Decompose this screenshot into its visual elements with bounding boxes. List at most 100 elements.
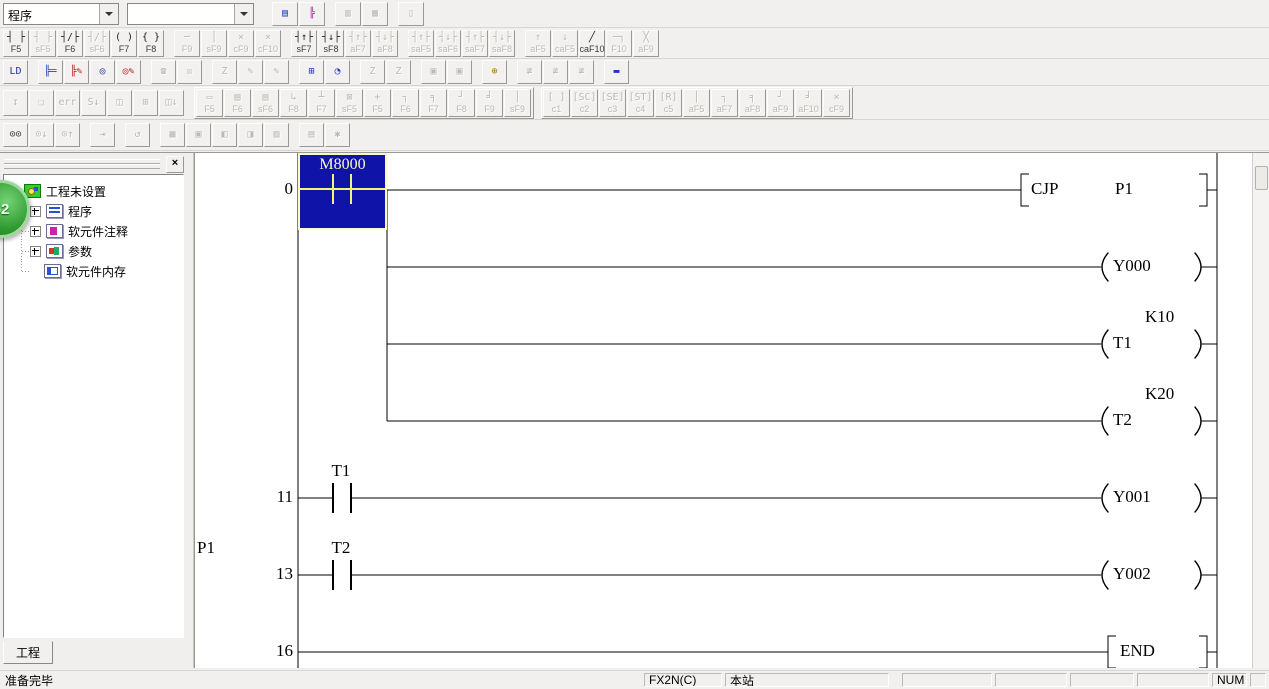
closed-contact-button[interactable]: ┤/├ F6 [57,29,83,57]
sfc-jump-button[interactable]: ↳ F8 [280,88,307,117]
find-replace-button[interactable]: ◎✎ [116,60,141,84]
close-icon[interactable]: × [166,156,184,173]
sfc-merge-right-button[interactable]: ┘ F8 [448,88,475,117]
find-previous-button[interactable]: ⊙↑ [55,123,80,147]
sfc-step-button[interactable]: ▭ F5 [196,88,223,117]
rising-pulse-closed-button[interactable]: ┤↑├ saF5 [408,29,434,57]
open-contact-parallel-button[interactable]: ┤ ├ sF5 [30,29,56,57]
drag-hand-button[interactable]: ✱ [325,123,350,147]
sfc-vline-button[interactable]: │ sF9 [504,88,531,117]
find-button[interactable]: ⊙⊙ [3,123,28,147]
invert-operation-result-button[interactable]: ╱ caF10 [579,29,605,57]
program-select-combo[interactable]: 程序 [3,2,119,25]
sfc-selection-button[interactable]: ▤ sF6 [252,88,279,117]
sfc-block-copy-button[interactable]: ❏ [29,89,54,116]
ladder-monitor-window-button[interactable]: ▬ [604,60,629,84]
device-use-list-button[interactable]: ▣ [186,123,211,147]
open-contact-button[interactable]: ┤ ├ F5 [3,29,29,57]
ladder-monitor-button[interactable]: ▥ [335,1,361,26]
entry-data-monitor-button[interactable]: ▦ [362,1,388,26]
transfer-cancel-button[interactable]: ☒ [177,60,202,84]
vertical-scrollbar[interactable] [1252,153,1269,668]
sfc-end-step-button[interactable]: ┴ F7 [308,88,335,117]
falling-pulse-closed-parallel-button[interactable]: ┤↓├ saF8 [489,29,515,57]
delete-vertical-line-button[interactable]: × cF10 [255,29,281,57]
jump-button[interactable]: ⇥ [90,123,115,147]
sfc-tree-down-button[interactable]: ◫↓ [159,89,184,116]
sfc-branch-b-button[interactable]: ╕ aF8 [739,88,766,117]
ladder-list-toggle-button[interactable]: LD [3,60,28,84]
selected-cell[interactable]: M8000 [298,153,387,230]
delete-horizontal-line-button[interactable]: × cF9 [228,29,254,57]
falling-pulse-closed-button[interactable]: ┤↓├ saF6 [435,29,461,57]
tree-item-program[interactable]: 程序 [8,201,181,221]
tab-project[interactable]: 工程 [3,641,53,664]
replace-button[interactable]: ↺ [125,123,150,147]
window-tile-button[interactable]: ▣ [447,60,472,84]
monitor-start-button[interactable]: Z [360,60,385,84]
panel-splitter[interactable] [186,153,194,668]
sfc-branch-right-button[interactable]: ┐ F6 [392,88,419,117]
insert-row-button[interactable]: ◧ [212,123,237,147]
sfc-delete-line-button[interactable]: × cF9 [823,88,850,117]
find-next-button[interactable]: ⊙↓ [29,123,54,147]
print-button[interactable]: ▤ [299,123,324,147]
convert-block-button[interactable]: Z [212,60,237,84]
coil-button[interactable]: ( ) F7 [111,29,137,57]
ladder-editor[interactable]: M8000 0 CJP P1 Y000 K10 T1 K20 T2 11 T1 … [194,153,1252,668]
monitor-stop-button[interactable]: Z [386,60,411,84]
closed-contact-parallel-button[interactable]: ┤/├ sF6 [84,29,110,57]
rising-pulse-parallel-button[interactable]: ┤↑├ aF7 [345,29,371,57]
sfc-vline-a-button[interactable]: │ aF5 [683,88,710,117]
remote-operation-button[interactable]: ⊕ [482,60,507,84]
sfc-comment-box-button[interactable]: [ ] c1 [543,88,570,117]
sfc-sc-step-button[interactable]: [SC] c2 [571,88,598,117]
read-mode-button[interactable]: ╠═ [38,60,63,84]
insert-column-button[interactable]: ◨ [238,123,263,147]
scrollbar-thumb[interactable] [1255,166,1268,190]
sfc-merge-b-button[interactable]: ╛ aF10 [795,88,822,117]
falling-pulse-parallel-button[interactable]: ┤↓├ aF8 [372,29,398,57]
tree-item-device-comment[interactable]: 软元件注释 [8,221,181,241]
tree-item-project-root[interactable]: 工程未设置 [8,181,181,201]
sfc-merge-double-button[interactable]: ╛ F9 [476,88,503,117]
sfc-transition-button[interactable]: ▤ F6 [224,88,251,117]
invert-up-button[interactable]: ↑ aF5 [525,29,551,57]
window-cascade-button[interactable]: ▣ [421,60,446,84]
invert-down-button[interactable]: ↓ caF5 [552,29,578,57]
write-mode-button[interactable]: ╠✎ [64,60,89,84]
sfc-branch-double-button[interactable]: ╕ F7 [420,88,447,117]
sfc-merge-a-button[interactable]: ┘ aF9 [767,88,794,117]
horizontal-line-button[interactable]: ─ F9 [174,29,200,57]
expand-icon[interactable] [30,205,41,217]
sfc-branch-a-button[interactable]: ┐ aF7 [711,88,738,117]
tree-item-device-memory[interactable]: 软元件内存 [8,261,181,281]
sfc-block-list-button[interactable]: ◫ [107,89,132,116]
cross-reference-button[interactable]: ▩ [160,123,185,147]
horizontal-line-input-button[interactable]: ─┐ F10 [606,29,632,57]
vertical-line-button[interactable]: │ sF9 [201,29,227,57]
sfc-se-step-button[interactable]: [SE] c3 [599,88,626,117]
delete-line-button[interactable]: ╳ aF9 [633,29,659,57]
sfc-error-check-button[interactable]: err [55,89,80,116]
expand-icon[interactable] [30,225,41,237]
sfc-r-step-button[interactable]: [R] c5 [655,88,682,117]
parameter-setup-2-button[interactable]: ≢ [543,60,568,84]
delete-row-button[interactable]: ▨ [264,123,289,147]
parameter-setup-1-button[interactable]: ≢ [517,60,542,84]
sfc-step-down-button[interactable]: ↧ [3,89,28,116]
project-data-list-button[interactable]: ╠ [299,1,325,26]
panel-grip[interactable] [4,164,160,169]
combo-dropdown-button[interactable] [99,3,118,24]
sfc-sort-button[interactable]: S↓ [81,89,106,116]
sfc-matrix-button[interactable]: ⊞ [133,89,158,116]
edit-statement-button[interactable]: ✎ [264,60,289,84]
device-batch-monitor-button[interactable]: ⊞ [299,60,324,84]
rising-pulse-button[interactable]: ┤↑├ sF7 [291,29,317,57]
display-project-data-button[interactable]: ▤ [272,1,298,26]
sfc-dummy-step-button[interactable]: ⊠ sF5 [336,88,363,117]
transfer-setup-button[interactable]: ☎ [151,60,176,84]
parameter-setup-3-button[interactable]: ≢ [569,60,594,84]
instruction-list-view-button[interactable]: ▯ [398,1,424,26]
device-select-combo[interactable] [127,2,254,25]
